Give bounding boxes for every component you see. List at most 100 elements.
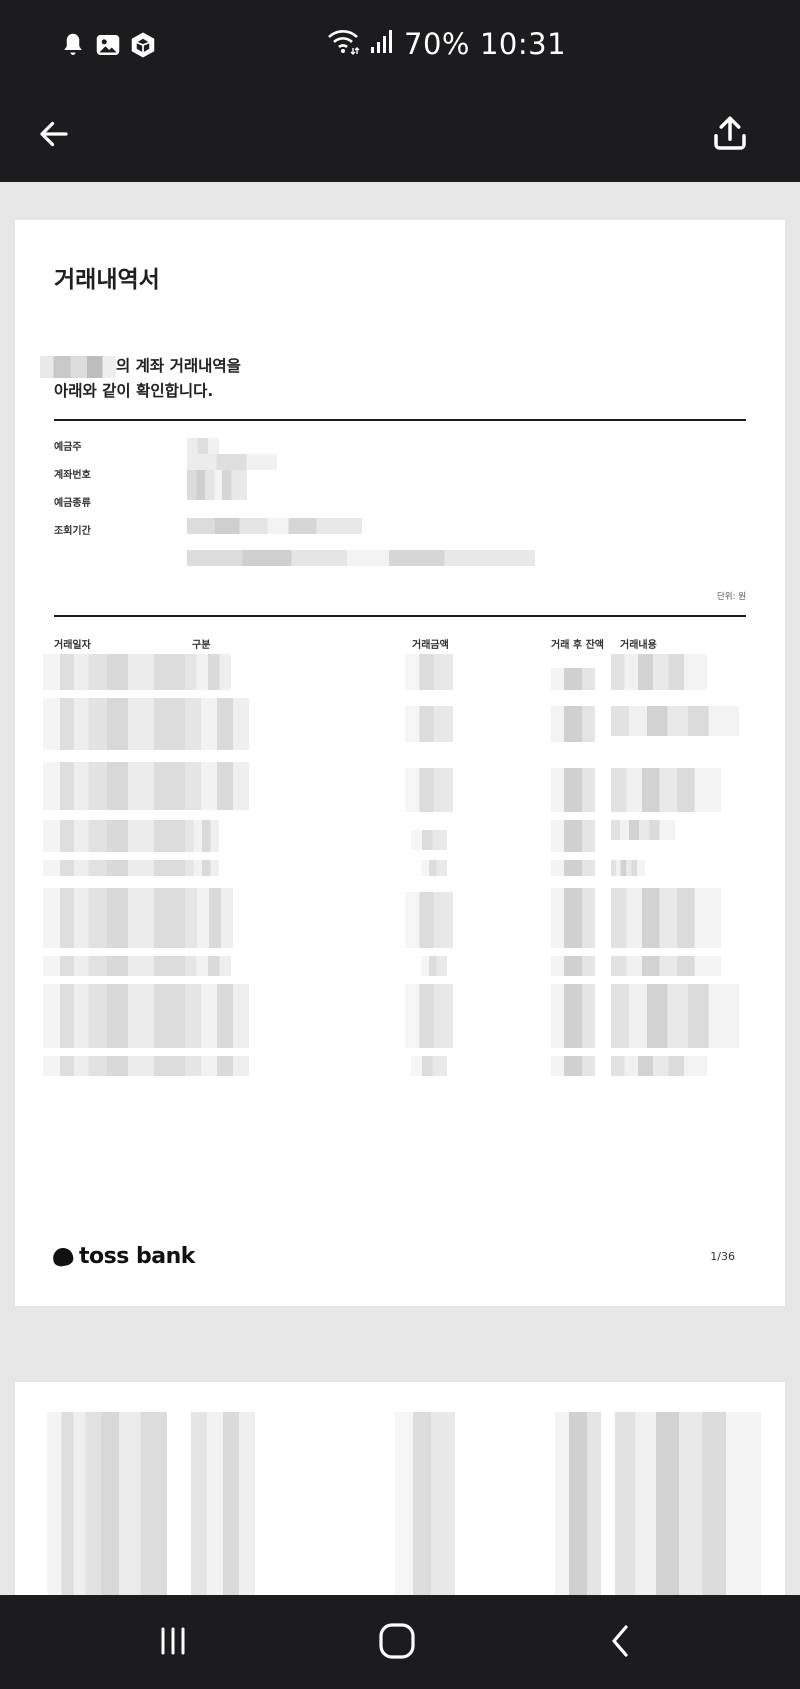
- navigation-bar: [0, 1595, 800, 1689]
- redacted-cell: [43, 820, 185, 852]
- redacted-period-2: [187, 550, 535, 566]
- redacted-cell: [185, 888, 233, 948]
- intro-line-1-text: 의 계좌 거래내역을: [116, 357, 241, 375]
- redacted-account-number: [187, 454, 277, 470]
- redacted-cell: [185, 956, 231, 976]
- header-memo: 거래내용: [620, 640, 657, 651]
- redacted-cell: [185, 820, 219, 852]
- redacted-cell: [185, 698, 249, 750]
- header-amount: 거래금액: [412, 640, 449, 651]
- app-bar: [0, 92, 800, 182]
- redacted-cell: [43, 860, 185, 876]
- statement-page-1: 거래내역서 의 계좌 거래내역을 아래와 같이 확인합니다. 예금주 계좌번호 …: [15, 220, 785, 1306]
- recents-button[interactable]: [143, 1615, 203, 1671]
- redacted-cell: [551, 956, 595, 976]
- bell-icon: [58, 30, 88, 60]
- back-button[interactable]: [24, 106, 84, 166]
- redacted-cell: [551, 768, 595, 812]
- label-account-number: 계좌번호: [54, 470, 91, 481]
- redacted-cell: [43, 956, 185, 976]
- header-date: 거래일자: [54, 640, 91, 651]
- redacted-cell: [551, 888, 595, 948]
- redacted-period-1: [187, 518, 362, 534]
- redacted-cell: [395, 1412, 455, 1602]
- redacted-cell: [43, 984, 185, 1048]
- home-icon: [377, 1621, 417, 1665]
- divider: [54, 419, 746, 421]
- label-depositor: 예금주: [54, 442, 82, 453]
- cube-icon: [128, 30, 158, 60]
- redacted-cell: [43, 698, 185, 750]
- header-balance: 거래 후 잔액: [551, 640, 604, 651]
- home-button[interactable]: [367, 1615, 427, 1671]
- redacted-cell: [47, 1412, 167, 1602]
- redacted-cell: [611, 956, 721, 976]
- redacted-depositor: [187, 438, 219, 454]
- redacted-cell: [611, 820, 675, 840]
- share-icon: [709, 113, 751, 159]
- toss-bank-mark-icon: [51, 1245, 75, 1268]
- redacted-cell: [421, 956, 447, 976]
- redacted-cell: [411, 830, 447, 850]
- redacted-cell: [43, 762, 185, 810]
- system-back-button[interactable]: [591, 1615, 651, 1671]
- redacted-cell: [421, 860, 447, 876]
- redacted-cell: [185, 1056, 249, 1076]
- redacted-cell: [185, 984, 249, 1048]
- intro-line-1: 의 계좌 거래내역을: [40, 354, 241, 379]
- statement-page-2: [15, 1382, 785, 1602]
- redacted-cell: [43, 888, 185, 948]
- redacted-cell: [551, 706, 595, 742]
- redacted-cell: [555, 1412, 601, 1602]
- redacted-cell: [611, 984, 739, 1048]
- intro-text: 의 계좌 거래내역을 아래와 같이 확인합니다.: [40, 354, 241, 404]
- recents-icon: [155, 1623, 191, 1663]
- redacted-cell: [611, 860, 645, 876]
- redacted-cell: [611, 888, 721, 948]
- redacted-cell: [405, 768, 453, 812]
- share-button[interactable]: [700, 106, 760, 166]
- redacted-cell: [43, 654, 185, 690]
- redacted-cell: [191, 1412, 255, 1602]
- redacted-cell: [551, 1056, 595, 1076]
- redacted-cell: [185, 762, 249, 810]
- redacted-cell: [411, 1056, 447, 1076]
- redacted-account-holder: [40, 355, 116, 378]
- status-bar: 70% 10:31: [0, 0, 800, 92]
- intro-line-2: 아래와 같이 확인합니다.: [54, 382, 214, 400]
- redacted-cell: [611, 1056, 707, 1076]
- redacted-cell: [615, 1412, 761, 1602]
- image-icon: [93, 30, 123, 60]
- table-divider: [54, 615, 746, 617]
- label-inquiry-period: 조회기간: [54, 526, 91, 537]
- redacted-cell: [551, 984, 595, 1048]
- unit-label: 단위: 원: [716, 592, 746, 602]
- redacted-cell: [551, 820, 595, 852]
- redacted-cell: [405, 984, 453, 1048]
- clock: 10:31: [479, 27, 567, 61]
- wifi-icon: [326, 26, 360, 63]
- battery-level: 70%: [404, 27, 470, 61]
- chevron-left-icon: [606, 1623, 636, 1663]
- page-number: 1/36: [710, 1250, 735, 1263]
- redacted-account-type: [187, 470, 247, 500]
- arrow-left-icon: [36, 116, 72, 156]
- redacted-cell: [611, 654, 707, 690]
- redacted-cell: [185, 654, 231, 690]
- brand-name: toss bank: [79, 1244, 195, 1269]
- redacted-cell: [405, 706, 453, 742]
- signal-icon: [370, 27, 394, 61]
- label-account-type: 예금종류: [54, 498, 91, 509]
- redacted-cell: [611, 706, 739, 736]
- redacted-cell: [405, 654, 453, 690]
- redacted-cell: [611, 768, 721, 812]
- redacted-cell: [185, 860, 219, 876]
- status-indicators: 70% 10:31: [326, 24, 566, 64]
- redacted-cell: [551, 860, 595, 876]
- header-type: 구분: [192, 640, 211, 651]
- redacted-cell: [551, 668, 595, 690]
- document-title: 거래내역서: [54, 267, 160, 293]
- toss-bank-logo: toss bank: [51, 1244, 195, 1269]
- redacted-cell: [405, 892, 453, 948]
- redacted-cell: [43, 1056, 185, 1076]
